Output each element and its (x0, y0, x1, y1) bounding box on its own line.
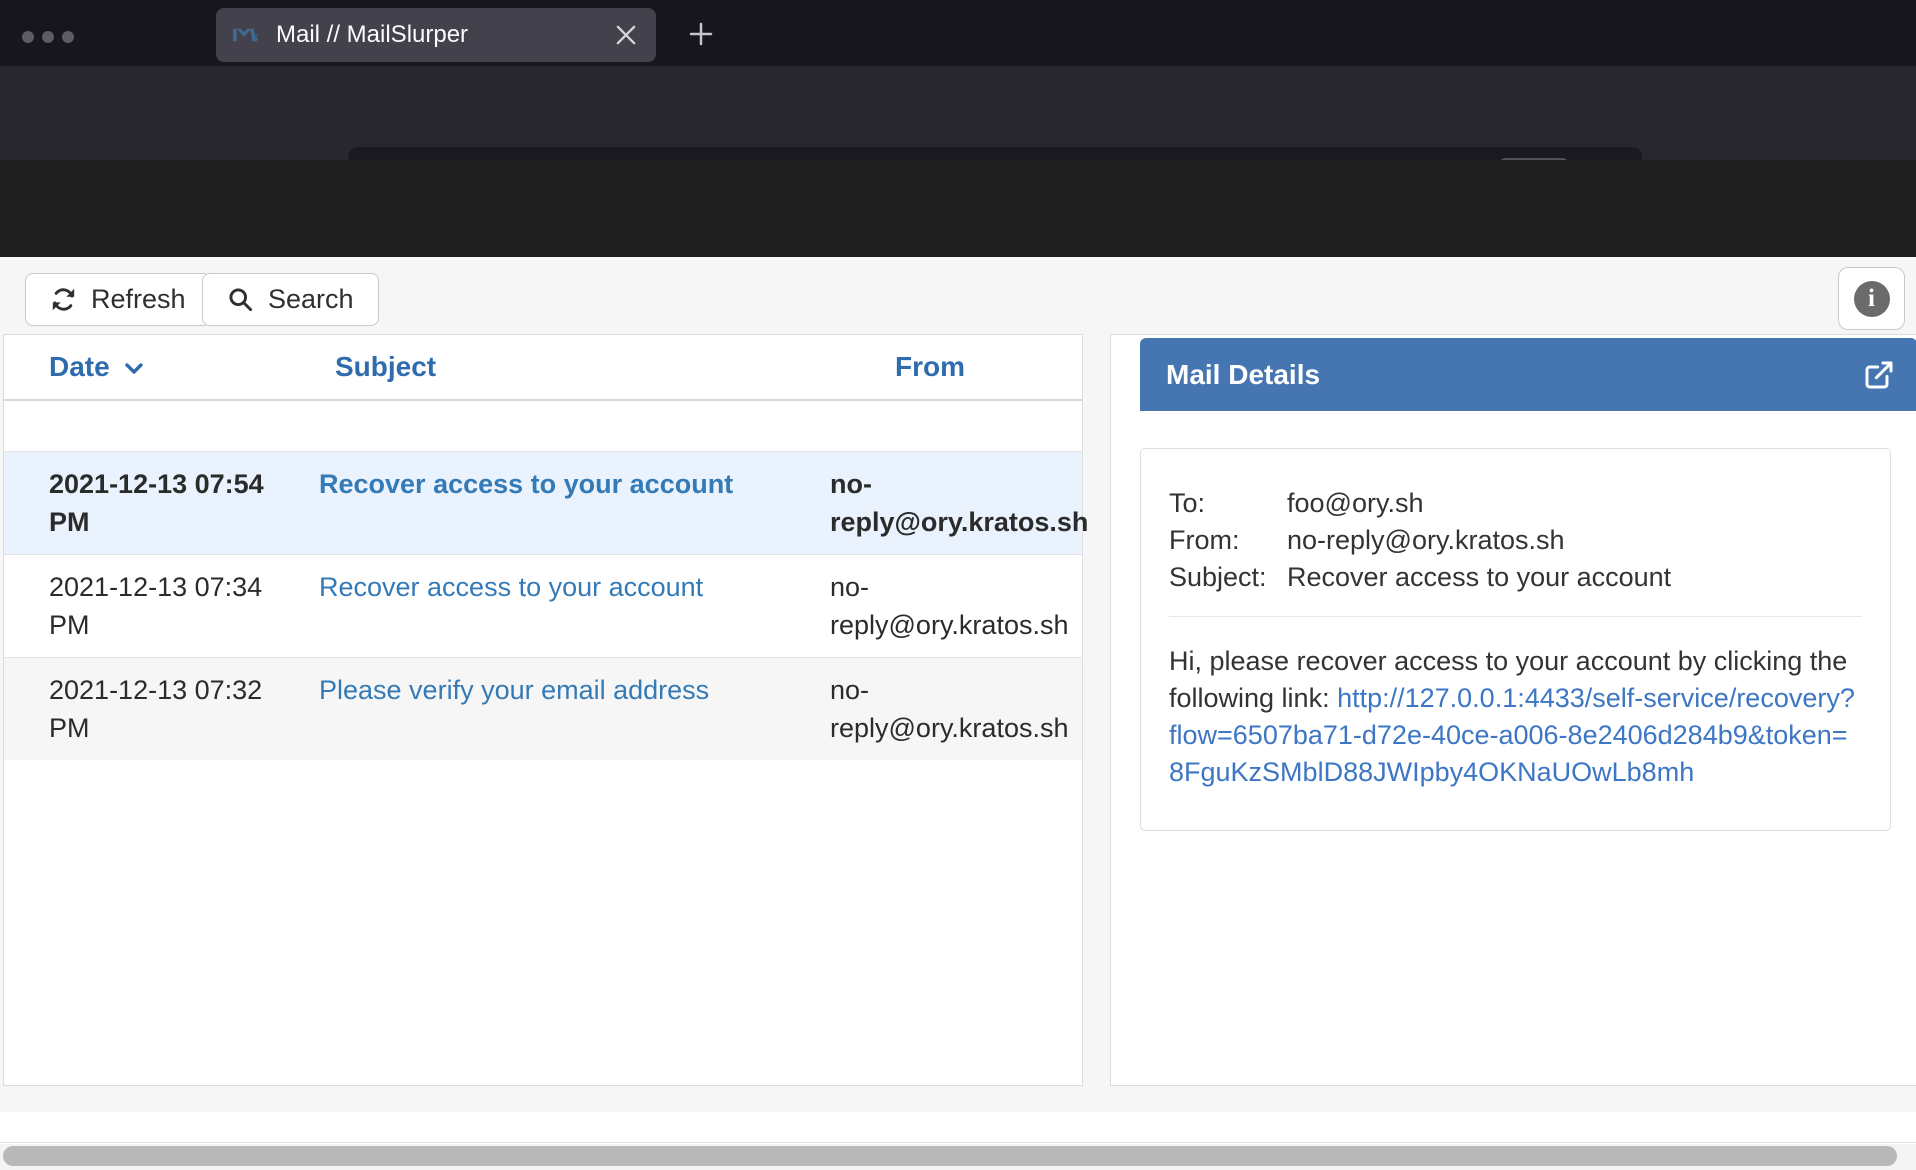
new-tab-icon[interactable] (686, 19, 716, 49)
refresh-button[interactable]: Refresh (25, 273, 211, 326)
horizontal-scrollbar-thumb[interactable] (3, 1146, 1897, 1166)
column-header-from[interactable]: From (822, 351, 1082, 383)
window-controls[interactable] (22, 31, 74, 43)
info-button[interactable]: i (1838, 267, 1905, 330)
mail-from: no-reply@ory.kratos.sh (822, 465, 1094, 541)
mail-date: 2021-12-13 07:34 PM (4, 568, 282, 644)
mail-list: Date Subject From 2021-12-13 07:54 PM Re… (3, 334, 1083, 1086)
refresh-label: Refresh (91, 284, 186, 315)
mail-details-panel: Mail Details To: foo@ory.sh From: no-rep… (1110, 334, 1916, 1086)
mail-row[interactable]: 2021-12-13 07:34 PM Recover access to yo… (4, 554, 1082, 657)
browser-tab[interactable]: s Mail // MailSlurper (216, 8, 656, 62)
mail-from: no-reply@ory.kratos.sh (822, 671, 1082, 747)
search-icon (227, 286, 254, 313)
svg-text:s: s (251, 31, 258, 45)
mailslurper-header: s (0, 160, 1916, 257)
mail-details-header: Mail Details (1140, 338, 1916, 411)
from-label: From: (1169, 522, 1287, 559)
mail-details-card: To: foo@ory.sh From: no-reply@ory.kratos… (1140, 448, 1891, 831)
horizontal-scrollbar (0, 1144, 1916, 1170)
mail-list-header: Date Subject From (4, 335, 1082, 401)
mail-from: no-reply@ory.kratos.sh (822, 568, 1082, 644)
window-close-dot[interactable] (22, 31, 34, 43)
meta-body-divider (1169, 616, 1862, 617)
subject-label: Subject: (1169, 559, 1287, 596)
sort-descending-icon (122, 357, 146, 381)
mail-subject-link[interactable]: Recover access to your account (282, 568, 822, 644)
browser-toolbar: 127.0.0.1:4436/# 90% (0, 66, 1916, 160)
date-column-label: Date (49, 351, 110, 383)
mail-subject-link[interactable]: Recover access to your account (282, 465, 822, 541)
info-icon: i (1854, 281, 1890, 317)
from-value: no-reply@ory.kratos.sh (1287, 522, 1862, 559)
tab-close-icon[interactable] (612, 21, 640, 49)
refresh-icon (50, 286, 77, 313)
open-external-icon[interactable] (1863, 359, 1895, 391)
mail-row-selected[interactable]: 2021-12-13 07:54 PM Recover access to yo… (4, 451, 1082, 554)
mailslurper-favicon: s (232, 23, 262, 47)
page-footer-strip (0, 1112, 1916, 1143)
column-header-subject[interactable]: Subject (282, 351, 822, 383)
mail-subject-link[interactable]: Please verify your email address (282, 671, 822, 747)
mail-details-title: Mail Details (1166, 359, 1863, 391)
to-value: foo@ory.sh (1287, 485, 1862, 522)
to-label: To: (1169, 485, 1287, 522)
browser-window: s Mail // MailSlurper (0, 0, 1916, 1170)
list-spacer (4, 401, 1082, 451)
window-maximize-dot[interactable] (62, 31, 74, 43)
browser-tab-bar: s Mail // MailSlurper (0, 0, 1916, 66)
mail-date: 2021-12-13 07:54 PM (4, 465, 282, 541)
search-label: Search (268, 284, 354, 315)
tab-title: Mail // MailSlurper (276, 21, 612, 49)
search-button[interactable]: Search (202, 273, 379, 326)
column-header-date[interactable]: Date (4, 351, 282, 383)
mail-body: Hi, please recover access to your accoun… (1169, 643, 1862, 791)
subject-value: Recover access to your account (1287, 559, 1862, 596)
window-minimize-dot[interactable] (42, 31, 54, 43)
mail-row[interactable]: 2021-12-13 07:32 PM Please verify your e… (4, 657, 1082, 760)
mail-meta: To: foo@ory.sh From: no-reply@ory.kratos… (1169, 485, 1862, 596)
mail-date: 2021-12-13 07:32 PM (4, 671, 282, 747)
